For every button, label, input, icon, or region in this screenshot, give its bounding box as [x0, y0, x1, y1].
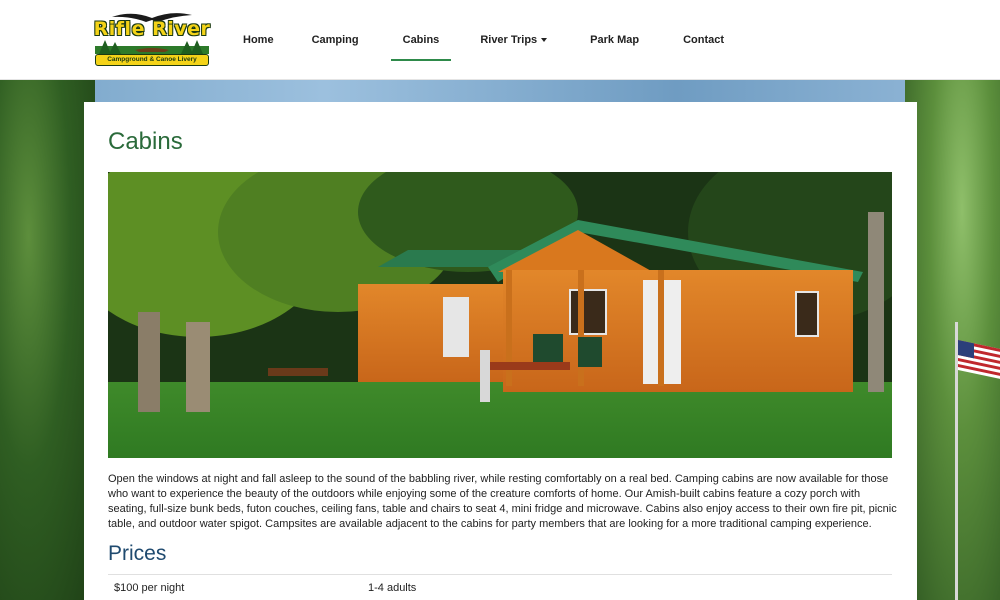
nav-item-cabins[interactable]: Cabins [383, 0, 460, 80]
prices-table: $100 per night 1-4 adults [108, 574, 892, 600]
caret-down-icon [541, 38, 548, 42]
site-logo[interactable]: Rifle River Campground & Canoe Livery [92, 10, 212, 68]
background-tree-left [0, 80, 95, 600]
nav-item-camping[interactable]: Camping [291, 0, 383, 80]
prices-heading: Prices [108, 542, 167, 565]
table-row: $100 per night 1-4 adults [108, 575, 892, 600]
nav-item-home[interactable]: Home [226, 0, 291, 80]
logo-subtitle: Campground & Canoe Livery [95, 54, 209, 66]
pine-trees-icon [95, 40, 209, 54]
main-nav: Home Camping Cabins River Trips Park Map… [226, 0, 746, 80]
logo-title: Rifle River [93, 18, 211, 40]
price-cell: $100 per night [114, 582, 185, 594]
nav-item-label: Contact [683, 34, 725, 46]
nav-item-contact[interactable]: Contact [661, 0, 746, 80]
nav-item-river-trips[interactable]: River Trips [459, 0, 568, 80]
cabins-description: Open the windows at night and fall aslee… [108, 473, 897, 530]
site-header: Rifle River Campground & Canoe Livery Ho… [0, 0, 1000, 80]
nav-item-label: Cabins [402, 34, 440, 46]
nav-item-label: Camping [311, 34, 359, 46]
cabins-photo [108, 172, 892, 458]
page-title: Cabins [108, 128, 183, 155]
american-flag-icon [958, 340, 1000, 379]
guests-cell: 1-4 adults [368, 582, 417, 594]
background-sky [60, 80, 940, 102]
nav-item-label: Park Map [590, 34, 640, 46]
content-card: Cabins Open the windows at night and fal… [84, 102, 917, 600]
nav-item-park-map[interactable]: Park Map [568, 0, 661, 80]
nav-item-label: River Trips [480, 34, 538, 46]
nav-item-label: Home [243, 34, 274, 46]
